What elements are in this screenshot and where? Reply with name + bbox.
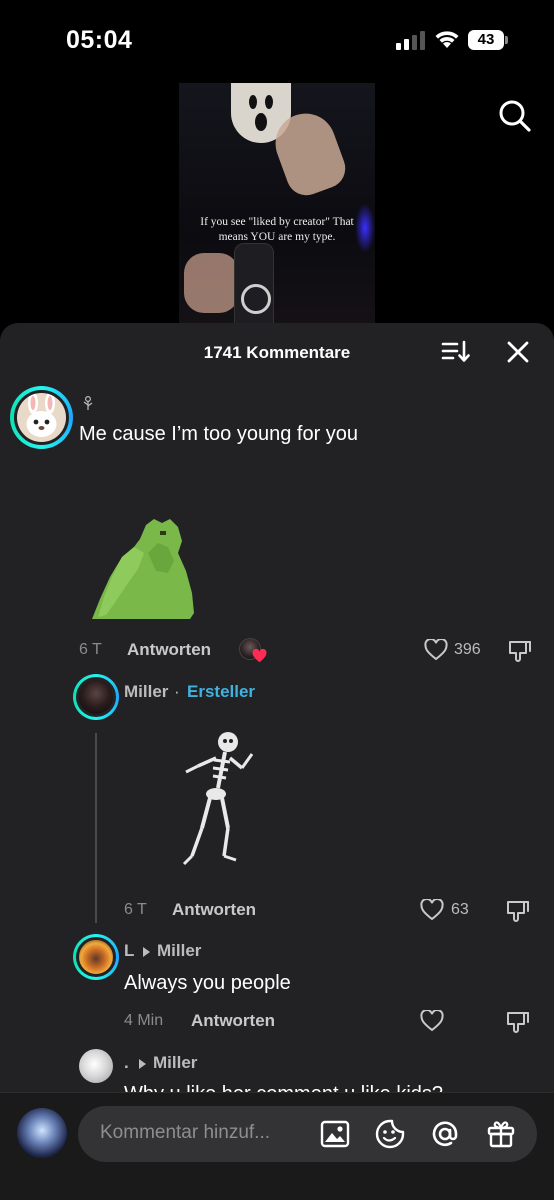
gift-icon[interactable] <box>485 1118 517 1150</box>
reply-text: Always you people <box>124 972 291 994</box>
reply-button[interactable]: Antworten <box>127 640 211 660</box>
bunny-avatar-icon <box>17 393 66 442</box>
battery-indicator: 43 <box>468 30 508 50</box>
sticker-icon[interactable] <box>374 1118 406 1150</box>
dislike-icon[interactable] <box>505 1009 531 1035</box>
reply-button[interactable]: Antworten <box>172 900 256 920</box>
heart-icon[interactable] <box>424 639 448 661</box>
heart-icon[interactable] <box>420 899 444 921</box>
battery-percent: 43 <box>477 31 495 48</box>
like-count: 396 <box>454 641 481 658</box>
comment-input[interactable]: Kommentar hinzuf... <box>78 1106 537 1162</box>
creator-badge: Ersteller <box>187 682 256 701</box>
reply-username[interactable]: L <box>124 941 134 961</box>
frog-gif[interactable] <box>88 513 208 623</box>
status-bar: 05:04 43 <box>0 0 554 80</box>
flower-symbol-icon <box>83 395 93 410</box>
reply-to-username[interactable]: Miller <box>153 1053 197 1073</box>
image-icon[interactable] <box>319 1118 351 1150</box>
reply-timestamp: 6 T <box>124 901 147 918</box>
close-icon[interactable] <box>505 339 531 365</box>
my-avatar[interactable] <box>17 1108 67 1158</box>
reply-username[interactable]: . <box>124 1053 129 1073</box>
reply-to-username[interactable]: Miller <box>157 941 201 961</box>
comments-count-title: 1741 Kommentare <box>203 343 351 362</box>
video-phone <box>234 243 274 333</box>
sort-icon[interactable] <box>440 339 470 365</box>
dislike-icon[interactable] <box>505 898 531 924</box>
sheet-header: 1741 Kommentare <box>0 323 554 383</box>
video-preview[interactable]: If you see "liked by creator" That means… <box>179 83 375 333</box>
status-time: 05:04 <box>66 26 133 54</box>
cellular-signal-icon <box>396 31 425 50</box>
reply-timestamp: 4 Min <box>124 1012 164 1029</box>
reply-button[interactable]: Antworten <box>191 1011 275 1031</box>
wifi-icon <box>435 31 459 48</box>
reply-username[interactable]: Miller <box>124 682 168 702</box>
video-hand <box>184 253 239 313</box>
thread-line <box>95 733 97 923</box>
avatar[interactable] <box>76 677 116 717</box>
reply-arrow-icon <box>139 1059 146 1069</box>
avatar[interactable] <box>76 937 116 977</box>
video-caption: If you see "liked by creator" That means… <box>200 216 354 243</box>
comment-input-placeholder: Kommentar hinzuf... <box>100 1122 271 1143</box>
name-separator: · <box>174 682 180 701</box>
comment-timestamp: 6 T <box>79 641 102 658</box>
comment-text: Me cause I’m too young for you <box>79 423 359 445</box>
comment-composer-bar: Kommentar hinzuf... <box>0 1092 554 1200</box>
avatar[interactable] <box>14 390 69 445</box>
comments-sheet: 1741 Kommentare Me cause I’m too young f… <box>0 323 554 1200</box>
heart-filled-icon <box>252 649 267 663</box>
avatar[interactable] <box>79 1049 113 1083</box>
heart-icon[interactable] <box>420 1010 444 1032</box>
search-icon[interactable] <box>495 96 535 136</box>
at-icon[interactable] <box>429 1118 461 1150</box>
like-count: 63 <box>451 901 469 918</box>
dislike-icon[interactable] <box>507 638 533 664</box>
skeleton-gif[interactable] <box>176 728 258 873</box>
liked-by-creator-badge <box>239 638 269 664</box>
reply-arrow-icon <box>143 947 150 957</box>
